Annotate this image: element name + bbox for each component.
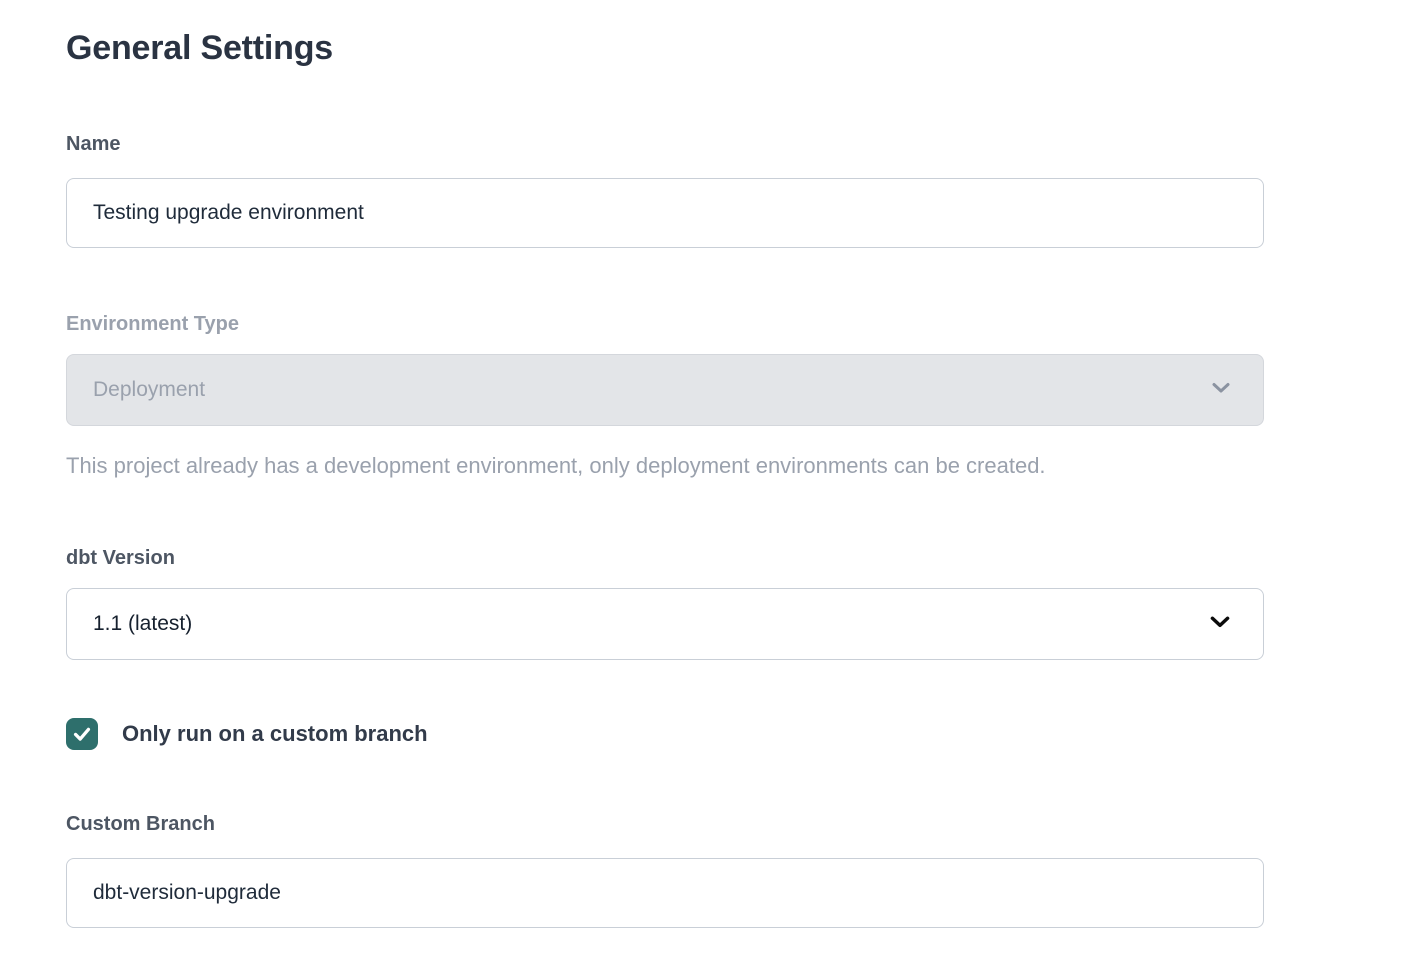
environment-type-field-group: Environment Type Deployment This project… — [66, 312, 1264, 480]
general-settings-page: General Settings Name Environment Type D… — [0, 0, 1406, 928]
chevron-down-icon — [1207, 608, 1233, 640]
custom-branch-checkbox-label: Only run on a custom branch — [122, 721, 428, 747]
environment-type-value: Deployment — [93, 378, 205, 402]
custom-branch-checkbox-row: Only run on a custom branch — [66, 718, 1264, 750]
custom-branch-checkbox[interactable] — [66, 718, 98, 750]
environment-type-helper-text: This project already has a development e… — [66, 452, 1264, 480]
custom-branch-label: Custom Branch — [66, 812, 1264, 836]
chevron-down-icon — [1209, 375, 1233, 405]
dbt-version-value: 1.1 (latest) — [93, 612, 192, 636]
dbt-version-label: dbt Version — [66, 546, 1264, 570]
check-icon — [71, 723, 93, 745]
name-label: Name — [66, 132, 1264, 156]
custom-branch-input[interactable] — [66, 858, 1264, 928]
dbt-version-field-group: dbt Version 1.1 (latest) — [66, 546, 1264, 660]
environment-type-select: Deployment — [66, 354, 1264, 426]
environment-type-label: Environment Type — [66, 312, 1264, 336]
name-input[interactable] — [66, 178, 1264, 248]
dbt-version-select[interactable]: 1.1 (latest) — [66, 588, 1264, 660]
name-field-group: Name — [66, 132, 1264, 248]
custom-branch-field-group: Custom Branch — [66, 812, 1264, 928]
page-title: General Settings — [66, 28, 1264, 68]
